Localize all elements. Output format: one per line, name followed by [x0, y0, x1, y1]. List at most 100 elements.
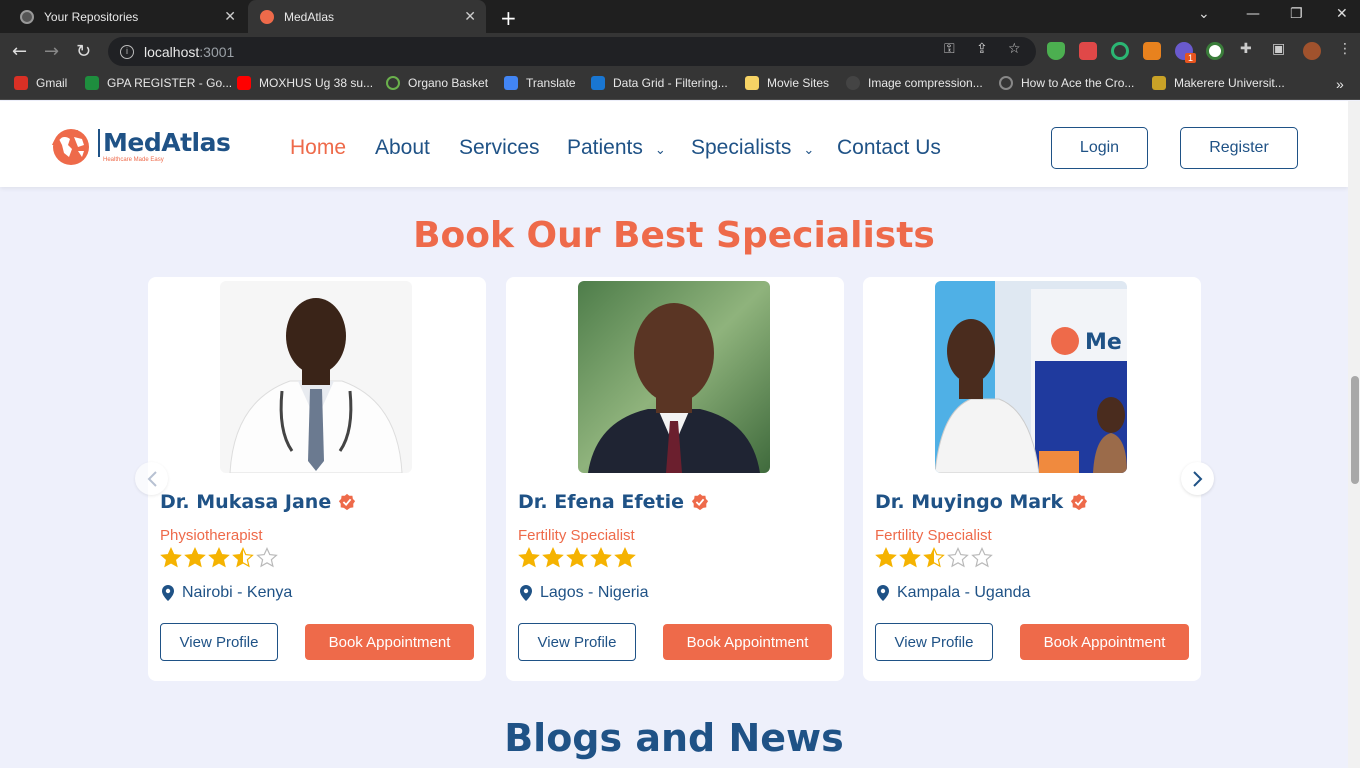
extension-white-circle-icon[interactable] [1206, 42, 1224, 60]
view-profile-button[interactable]: View Profile [875, 623, 993, 661]
doctor-name-text: Dr. Muyingo Mark [875, 491, 1064, 513]
url-port: :3001 [199, 43, 235, 60]
bookmark-label: Translate [526, 76, 576, 90]
doctor-name[interactable]: Dr. Mukasa Jane [160, 491, 356, 513]
more-bookmarks-icon[interactable]: » [1336, 76, 1344, 92]
chevron-left-icon [147, 470, 157, 487]
bookmark-translate[interactable]: Translate [504, 76, 576, 90]
page-scrollbar-thumb[interactable] [1351, 376, 1359, 484]
bookmark-gmail[interactable]: Gmail [14, 76, 67, 90]
close-window-icon[interactable]: ✕ [1336, 6, 1348, 22]
shield-extension-icon[interactable] [1047, 42, 1065, 60]
doctor-photo [578, 281, 770, 473]
bookmark-movie-sites[interactable]: Movie Sites [745, 76, 829, 90]
extension-green-circle-icon[interactable] [1111, 42, 1129, 60]
globe-logo-icon [52, 129, 89, 165]
bookmark-image-compression[interactable]: Image compression... [846, 76, 983, 90]
nav-patients[interactable]: Patients ⌄ [567, 136, 666, 160]
bookmark-data-grid[interactable]: Data Grid - Filtering... [591, 76, 728, 90]
site-info-icon[interactable]: i [120, 44, 134, 59]
extensions-puzzle-icon[interactable]: ✚ [1240, 41, 1252, 57]
browser-tab-bar: Your Repositories ✕ MedAtlas ✕ + ⌄ — ❐ ✕ [0, 0, 1360, 33]
book-appointment-button[interactable]: Book Appointment [305, 624, 474, 660]
tab-medatlas[interactable]: MedAtlas ✕ [248, 0, 486, 33]
login-button[interactable]: Login [1051, 127, 1148, 169]
bookmarks-bar: Gmail GPA REGISTER - Go... MOXHUS Ug 38 … [0, 70, 1360, 100]
doctor-specialty: Physiotherapist [160, 527, 263, 544]
close-tab-icon[interactable]: ✕ [464, 8, 476, 25]
organo-icon [386, 76, 400, 90]
new-tab-icon[interactable]: + [500, 6, 517, 30]
bookmark-label: Gmail [36, 76, 68, 90]
tab-title: Your Repositories [44, 9, 139, 24]
carousel-next-button[interactable] [1181, 462, 1214, 495]
address-bar[interactable]: i localhost:3001 [108, 37, 1036, 66]
star-icon [208, 547, 230, 568]
view-profile-button[interactable]: View Profile [160, 623, 278, 661]
share-icon[interactable]: ⇪ [976, 41, 988, 57]
bookmark-label: Movie Sites [767, 76, 830, 90]
extension-badge: 1 [1185, 53, 1197, 63]
nav-specialists[interactable]: Specialists ⌄ [691, 136, 814, 160]
carousel-prev-button[interactable] [135, 462, 168, 495]
reload-icon[interactable]: ↻ [76, 41, 91, 62]
tab-title: MedAtlas [284, 9, 335, 24]
star-icon [923, 547, 945, 568]
bookmark-moxhus[interactable]: MOXHUS Ug 38 su... [237, 76, 373, 90]
gmail-icon [14, 76, 28, 90]
menu-kebab-icon[interactable]: ⋮ [1338, 41, 1352, 57]
star-rating [160, 547, 280, 569]
doctor-photo: Me [935, 281, 1127, 473]
tab-your-repositories[interactable]: Your Repositories ✕ [8, 0, 246, 33]
location-pin-icon [877, 585, 889, 601]
nav-patients-label: Patients [567, 136, 643, 159]
star-icon [232, 547, 254, 568]
side-panel-icon[interactable]: ▣ [1272, 41, 1285, 57]
extension-red-icon[interactable] [1079, 42, 1097, 60]
star-icon [160, 547, 182, 568]
doctor-location-text: Kampala - Uganda [897, 584, 1031, 601]
doctor-card: Dr. Efena Efetie Fertility Specialist La… [506, 277, 844, 681]
bookmark-star-icon[interactable]: ☆ [1008, 41, 1021, 57]
restore-icon[interactable]: ❐ [1290, 6, 1303, 22]
metamask-icon[interactable] [1143, 42, 1161, 60]
doctor-photo [220, 281, 412, 473]
star-rating [518, 547, 638, 569]
bookmark-organo-basket[interactable]: Organo Basket [386, 76, 488, 90]
minimize-icon[interactable]: — [1246, 6, 1260, 22]
nav-home[interactable]: Home [290, 136, 346, 160]
doctor-name[interactable]: Dr. Efena Efetie [518, 491, 709, 513]
star-icon [971, 547, 993, 568]
view-profile-button[interactable]: View Profile [518, 623, 636, 661]
logo[interactable]: MedAtlas Healthcare Made Easy [50, 125, 231, 167]
star-icon [256, 547, 278, 568]
site-header: MedAtlas Healthcare Made Easy Home About… [0, 101, 1348, 187]
bookmark-gpa-register[interactable]: GPA REGISTER - Go... [85, 76, 232, 90]
back-icon[interactable]: ← [12, 41, 27, 62]
profile-avatar-icon[interactable] [1303, 42, 1321, 60]
nav-contact-us[interactable]: Contact Us [837, 136, 941, 160]
forward-icon[interactable]: → [44, 41, 59, 62]
crest-icon [1152, 76, 1166, 90]
nav-about[interactable]: About [375, 136, 430, 160]
section-title: Book Our Best Specialists [413, 215, 935, 256]
close-tab-icon[interactable]: ✕ [224, 8, 236, 25]
book-appointment-button[interactable]: Book Appointment [1020, 624, 1189, 660]
tab-search-chevron-icon[interactable]: ⌄ [1198, 6, 1210, 22]
bookmark-how-to-ace[interactable]: How to Ace the Cro... [999, 76, 1134, 90]
bookmark-label: How to Ace the Cro... [1021, 76, 1135, 90]
doctor-location: Kampala - Uganda [877, 584, 1030, 602]
sheets-icon [85, 76, 99, 90]
translate-icon [504, 76, 518, 90]
doctor-name[interactable]: Dr. Muyingo Mark [875, 491, 1088, 513]
chevron-down-icon: ⌄ [803, 142, 815, 157]
logo-tagline: Healthcare Made Easy [103, 157, 164, 163]
star-icon [614, 547, 636, 568]
star-icon [899, 547, 921, 568]
verified-badge-icon [691, 493, 709, 511]
register-button[interactable]: Register [1180, 127, 1298, 169]
book-appointment-button[interactable]: Book Appointment [663, 624, 832, 660]
nav-services[interactable]: Services [459, 136, 540, 160]
key-icon[interactable]: ⚿ [944, 41, 955, 57]
bookmark-makerere[interactable]: Makerere Universit... [1152, 76, 1285, 90]
